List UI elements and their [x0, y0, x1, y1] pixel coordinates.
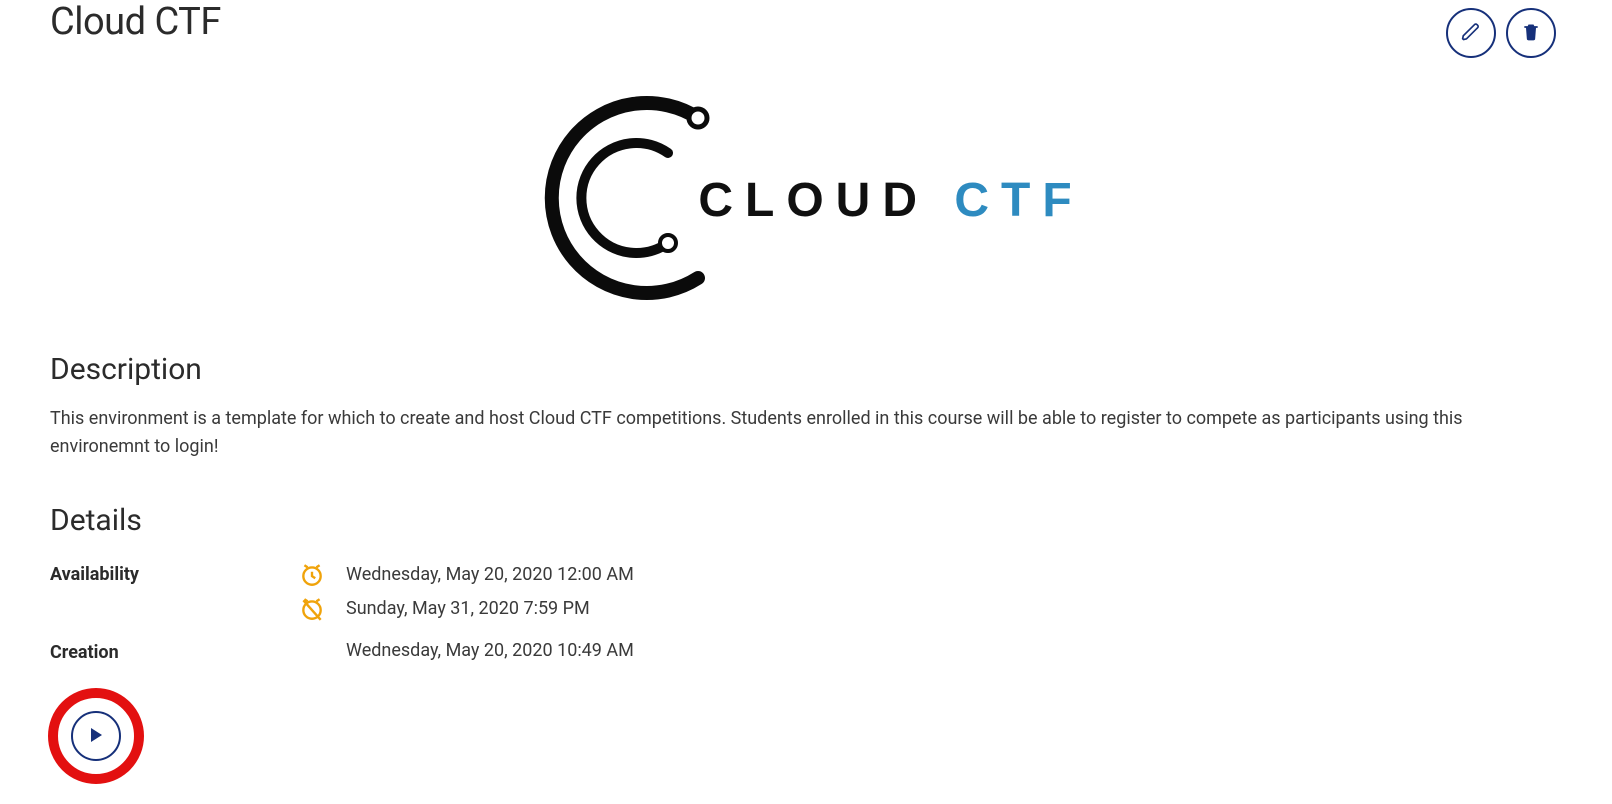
logo-word-ctf: CTF	[954, 174, 1083, 227]
logo-area: CLOUD CTF	[50, 88, 1562, 312]
page-title: Cloud CTF	[50, 0, 221, 44]
description-heading: Description	[50, 352, 1562, 387]
details-heading: Details	[50, 503, 1562, 538]
logo-text: CLOUD CTF	[698, 173, 1083, 228]
clock-on-icon	[298, 562, 326, 588]
clock-off-icon	[298, 596, 326, 622]
delete-button[interactable]	[1506, 8, 1556, 58]
availability-start-value: Wednesday, May 20, 2020 12:00 AM	[346, 564, 634, 585]
availability-row: Availability Wednesday, May 20, 2020 12:…	[50, 556, 1562, 628]
trash-icon	[1521, 22, 1541, 45]
header-actions	[1446, 0, 1562, 58]
play-highlight-wrap	[48, 688, 144, 784]
availability-end-value: Sunday, May 31, 2020 7:59 PM	[346, 598, 590, 619]
description-body: This environment is a template for which…	[50, 405, 1550, 461]
pencil-icon	[1461, 22, 1481, 45]
play-button[interactable]	[71, 711, 121, 761]
creation-row: Creation Wednesday, May 20, 2020 10:49 A…	[50, 634, 1562, 671]
edit-button[interactable]	[1446, 8, 1496, 58]
play-icon	[90, 728, 102, 745]
availability-label: Availability	[50, 556, 298, 593]
logo-word-cloud: CLOUD	[698, 174, 929, 227]
creation-value: Wednesday, May 20, 2020 10:49 AM	[346, 640, 634, 661]
creation-label: Creation	[50, 634, 298, 671]
